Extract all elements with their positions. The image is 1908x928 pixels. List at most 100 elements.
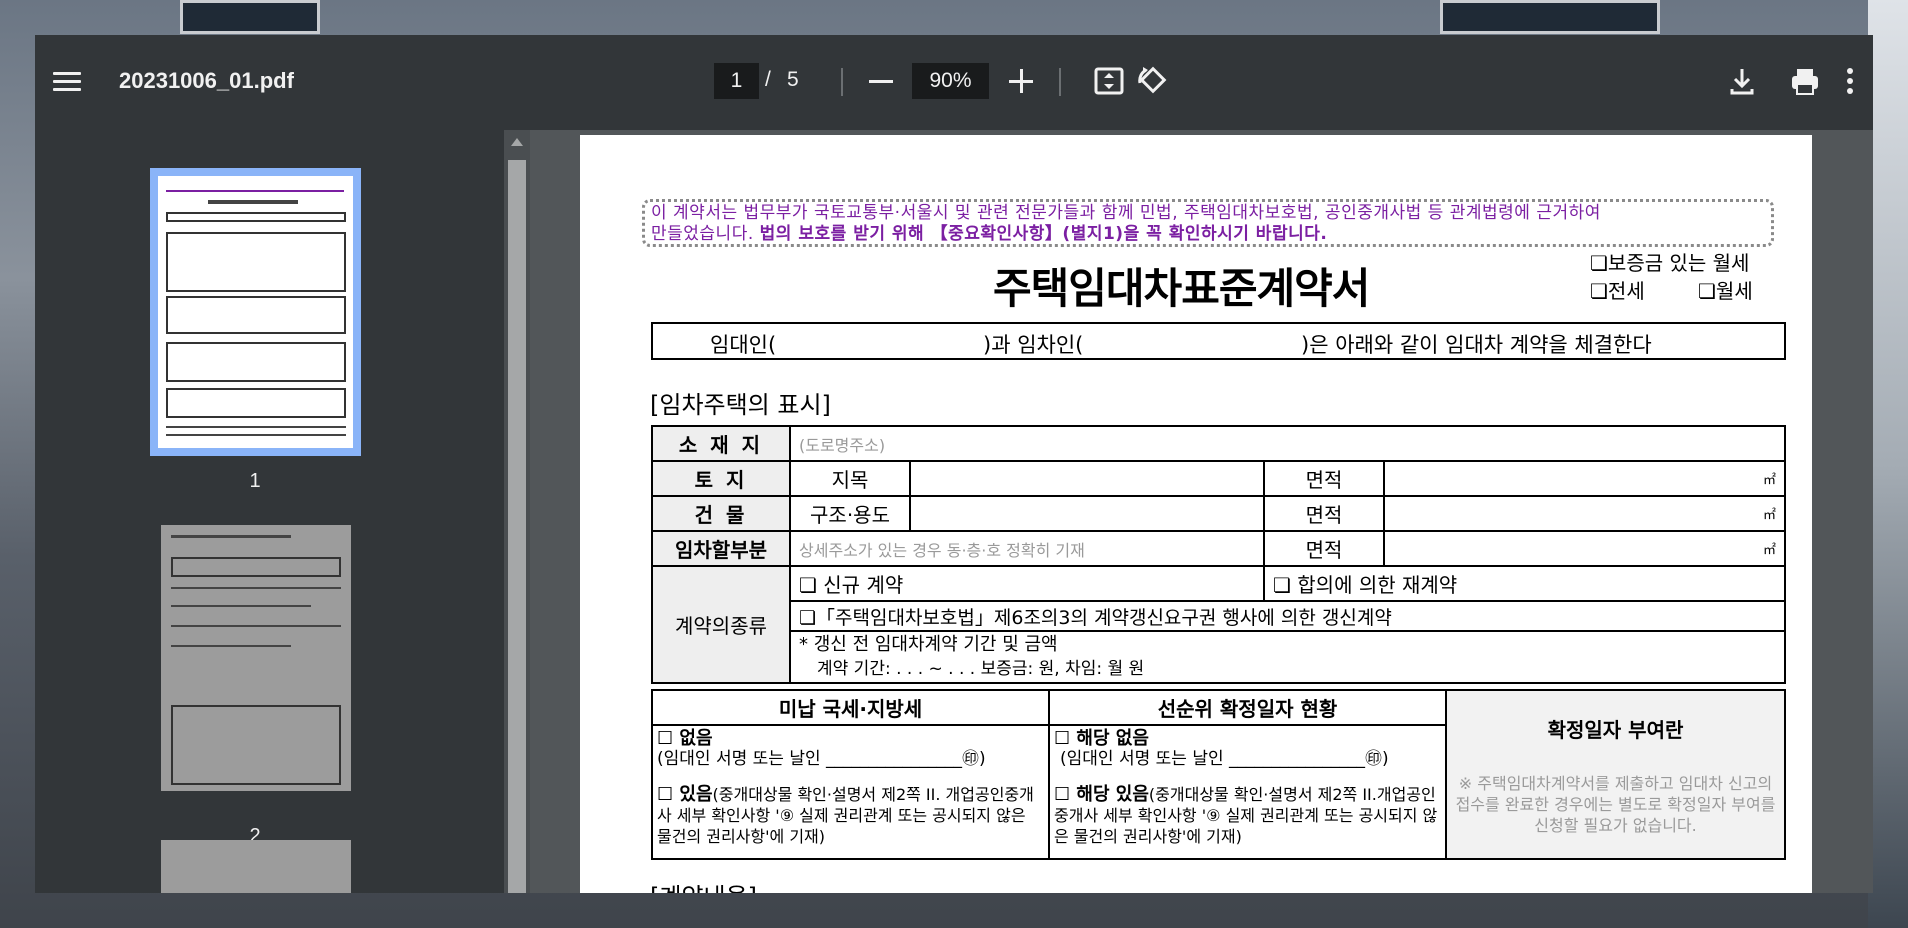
fixed-date-note: ※ 주택임대차계약서를 제출하고 임대차 신고의 접수를 완료한 경우에는 별도… <box>1455 773 1776 835</box>
thumb-box <box>171 557 341 577</box>
toolbar-divider <box>841 68 843 96</box>
property-table: 소 재 지 (도로명주소) 토 지 지목 면적 ㎡ 건 물 구조·용도 면적 ㎡… <box>651 425 1786 684</box>
renewal-right-option[interactable]: ❏「주택임대차보호법」제6조의3의 계약갱신요구권 행사에 의한 갱신계약 <box>789 600 1786 632</box>
document-title: 주택임대차표준계약서 <box>993 264 1370 313</box>
party-mid: )과 임차인( <box>983 333 1084 357</box>
thumb-line <box>171 535 291 538</box>
building-area-label: 면적 <box>1263 495 1385 532</box>
land-type-field[interactable] <box>909 460 1265 497</box>
location-label: 소 재 지 <box>651 425 791 462</box>
rent-area-field[interactable]: ㎡ <box>1383 530 1786 567</box>
zoom-in-icon[interactable] <box>1003 63 1039 99</box>
notice-box: 이 계약서는 법무부가 국토교통부·서울시 및 관련 전문가들과 함께 민법, … <box>642 199 1774 247</box>
not-applicable-option[interactable]: ☐ 해당 없음 <box>1054 728 1441 749</box>
checkbox-deposit-monthly[interactable]: ❏보증금 있는 월세 <box>1590 247 1749 276</box>
fit-page-icon[interactable] <box>1089 61 1129 101</box>
page-thumbnail-1[interactable] <box>150 168 361 456</box>
building-area-field[interactable]: ㎡ <box>1383 495 1786 532</box>
notice-line-1: 이 계약서는 법무부가 국토교통부·서울시 및 관련 전문가들과 함께 민법, … <box>651 203 1601 223</box>
checkbox-jeonse[interactable]: ❏전세 <box>1590 275 1645 304</box>
thumb-box <box>166 212 346 222</box>
location-field[interactable]: (도로명주소) <box>789 425 1786 462</box>
exists-text: (중개대상물 확인·설명서 제2쪽 II. 개업공인중개사 세부 확인사항 '⑨… <box>657 785 1034 846</box>
background-window <box>180 0 320 34</box>
notice-line-2-plain: 만들었습니다. <box>651 224 760 244</box>
previous-contract-cell: * 갱신 전 임대차계약 기간 및 금액 계약 기간: . . . ~ . . … <box>789 630 1786 684</box>
fixed-date-header: 확정일자 부여란 <box>1547 717 1684 742</box>
rent-area-label: 면적 <box>1263 530 1385 567</box>
unpaid-tax-cell: ☐ 없음 (임대인 서명 또는 날인 ________________㊞) ☐ … <box>651 724 1050 860</box>
rotate-icon[interactable] <box>1132 61 1172 101</box>
fixed-date-cell: 확정일자 부여란 ※ 주택임대차계약서를 제출하고 임대차 신고의 접수를 완료… <box>1445 689 1786 860</box>
menu-icon[interactable] <box>49 64 85 100</box>
party-row: 임대인( )과 임차인( )은 아래와 같이 임대차 계약을 체결한다 <box>651 322 1786 360</box>
rent-part-field[interactable]: 상세주소가 있는 경우 동·층·호 정확히 기재 <box>789 530 1265 567</box>
background-window <box>1440 0 1660 34</box>
current-page-input[interactable]: 1 <box>714 63 759 99</box>
sidebar-scrollbar[interactable] <box>504 130 530 893</box>
page-thumbnail-3[interactable] <box>161 840 351 893</box>
thumbnail-page-preview <box>158 176 353 448</box>
rent-part-label: 임차할부분 <box>651 530 791 567</box>
priority-date-cell: ☐ 해당 없음 (임대인 서명 또는 날인 ________________㊞)… <box>1048 724 1447 860</box>
table-row: 미납 국세·지방세 선순위 확정일자 현황 확정일자 부여란 ※ 주택임대차계약… <box>651 689 1786 860</box>
party-lessor: 임대인( <box>710 333 777 357</box>
thumb-box <box>171 705 341 785</box>
notice-line-2: 만들었습니다. 법의 보호를 받기 위해 【중요확인사항】(별지1)을 꼭 확인… <box>651 224 1765 245</box>
table-row: 건 물 구조·용도 면적 ㎡ <box>651 495 1786 532</box>
thumb-line <box>166 190 344 192</box>
zoom-input[interactable]: 90% <box>912 63 989 99</box>
toolbar: 20231006_01.pdf 1 / 5 90% <box>35 35 1873 130</box>
unpaid-tax-header: 미납 국세·지방세 <box>651 689 1050 726</box>
thumb-line <box>171 605 311 607</box>
agreed-renewal-option[interactable]: ❏ 합의에 의한 재계약 <box>1263 565 1786 602</box>
thumb-box <box>166 232 346 292</box>
tax-table: 미납 국세·지방세 선순위 확정일자 현황 확정일자 부여란 ※ 주택임대차계약… <box>651 689 1786 860</box>
none-option[interactable]: ☐ 없음 <box>657 728 1044 749</box>
zoom-out-icon[interactable] <box>863 63 899 99</box>
thumb-line <box>166 426 346 428</box>
priority-date-header: 선순위 확정일자 현황 <box>1048 689 1447 726</box>
building-structure-label: 구조·용도 <box>789 495 911 532</box>
more-icon[interactable] <box>1830 61 1870 101</box>
building-label: 건 물 <box>651 495 791 532</box>
land-area-label: 면적 <box>1263 460 1385 497</box>
table-row: 계약의종류 ❏ 신규 계약 ❏ 합의에 의한 재계약 <box>651 565 1786 684</box>
previous-contract-heading: * 갱신 전 임대차계약 기간 및 금액 <box>799 634 1058 655</box>
table-row: ❏「주택임대차보호법」제6조의3의 계약갱신요구권 행사에 의한 갱신계약 <box>652 600 1786 632</box>
table-row: 토 지 지목 면적 ㎡ <box>651 460 1786 497</box>
page-separator: / <box>765 68 771 91</box>
document-page: 이 계약서는 법무부가 국토교통부·서울시 및 관련 전문가들과 함께 민법, … <box>580 135 1812 893</box>
building-structure-field[interactable] <box>909 495 1265 532</box>
print-icon[interactable] <box>1785 61 1825 101</box>
thumbnail-label-1: 1 <box>249 470 261 492</box>
scrollbar-thumb[interactable] <box>508 160 526 893</box>
thumbnail-sidebar: 1 2 <box>35 130 518 893</box>
thumb-line <box>208 200 298 204</box>
land-type-label: 지목 <box>789 460 911 497</box>
scroll-up-icon[interactable] <box>511 138 523 146</box>
page-thumbnail-2[interactable] <box>161 525 351 791</box>
table-row: * 갱신 전 임대차계약 기간 및 금액 계약 기간: . . . ~ . . … <box>652 630 1786 684</box>
land-area-field[interactable]: ㎡ <box>1383 460 1786 497</box>
thumb-box <box>166 296 346 334</box>
thumb-line <box>166 434 346 436</box>
land-label: 토 지 <box>651 460 791 497</box>
toolbar-divider <box>1059 68 1061 96</box>
background-wall <box>1868 0 1908 928</box>
notice-line-2-bold: 법의 보호를 받기 위해 【중요확인사항】(별지1)을 꼭 확인하시기 바랍니다… <box>759 224 1328 244</box>
applicable-option[interactable]: ☐ 해당 있음 <box>1054 784 1149 805</box>
new-contract-option[interactable]: ❏ 신규 계약 <box>789 565 1265 602</box>
lessor-sign-line[interactable]: (임대인 서명 또는 날인 ________________㊞) <box>657 749 1044 770</box>
checkbox-monthly[interactable]: ❏월세 <box>1698 275 1753 304</box>
contract-type-label: 계약의종류 <box>651 565 791 684</box>
thumb-line <box>171 645 291 647</box>
lessor-sign-line-2[interactable]: (임대인 서명 또는 날인 ________________㊞) <box>1054 749 1441 770</box>
download-icon[interactable] <box>1722 61 1762 101</box>
section-contract-heading: [계약내용] <box>650 877 757 893</box>
table-row: 소 재 지 (도로명주소) <box>651 425 1786 462</box>
section-property-heading: [임차주택의 표시] <box>650 391 831 419</box>
thumb-line <box>171 625 341 627</box>
thumb-box <box>166 342 346 382</box>
exists-option[interactable]: ☐ 있음 <box>657 784 713 805</box>
